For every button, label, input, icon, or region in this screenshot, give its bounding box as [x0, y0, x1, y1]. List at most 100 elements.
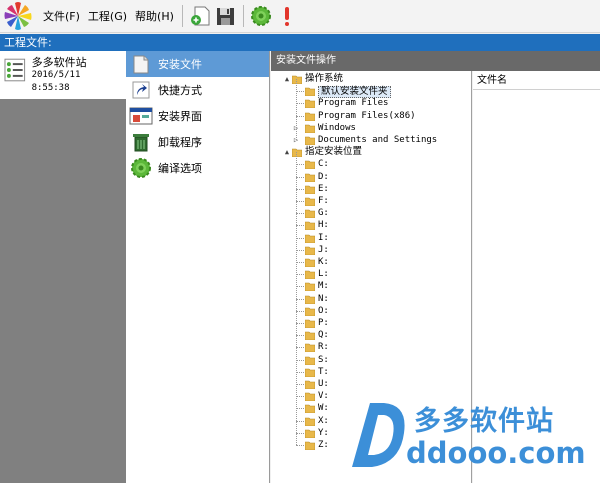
- tree-connector: [296, 371, 304, 373]
- nav-item-install-files[interactable]: 安装文件: [126, 51, 269, 77]
- tree-node-label: 指定安装位置: [305, 146, 363, 158]
- folder-icon: [304, 124, 316, 134]
- tree-connector: [296, 225, 304, 227]
- tree-connector: [296, 249, 304, 251]
- project-panel: 多多软件站 2016/5/11 8:55:38: [0, 51, 126, 483]
- app-logo-icon: [4, 2, 32, 30]
- save-button[interactable]: [213, 3, 239, 29]
- folder-icon: [304, 404, 316, 414]
- tree-node-label: F:: [318, 196, 329, 206]
- nav-item-shortcut[interactable]: 快捷方式: [126, 77, 269, 103]
- tree-node-label: Program Files(x86): [318, 110, 416, 121]
- uninstall-icon: [129, 131, 153, 153]
- toolbar-separator: [242, 5, 244, 27]
- main-menu: 文件(F) 工程(G) 帮助(H): [39, 0, 178, 33]
- nav-item-install-ui[interactable]: 安装界面: [126, 103, 269, 129]
- tree-connector: [296, 347, 304, 349]
- folder-icon: [304, 234, 316, 243]
- folder-icon: [304, 246, 316, 256]
- tree-connector: [296, 384, 304, 385]
- collapse-icon[interactable]: ▲: [283, 75, 291, 83]
- nav-item-label: 安装界面: [158, 110, 202, 123]
- tree-connector: [296, 164, 304, 166]
- tree-node-label: Q:: [318, 330, 329, 341]
- tree-node-label: S:: [318, 354, 329, 365]
- folder-icon: [304, 392, 316, 402]
- nav-item-label: 编译选项: [158, 162, 202, 175]
- tree-node-label: V:: [318, 391, 329, 402]
- tree-node-label: I:: [318, 232, 329, 243]
- tree-connector: [296, 396, 304, 398]
- folder-icon: [304, 112, 316, 121]
- tree-connector: [296, 286, 304, 288]
- tree-node-custom-location[interactable]: ▲ 指定安装位置: [271, 146, 471, 158]
- tree-node-label: M:: [318, 281, 329, 292]
- category-nav: 安装文件 快捷方式 安装界面 卸载程序 编译选项: [126, 51, 270, 483]
- folder-icon: [304, 221, 316, 231]
- tree-node-label: G:: [318, 208, 329, 219]
- tree-node-label: K:: [318, 257, 329, 267]
- folder-icon: [304, 282, 316, 292]
- tree-node-os-child[interactable]: ▷ Windows: [271, 122, 471, 134]
- tree-node-label: 操作系统: [305, 73, 344, 84]
- tree-node-label: Program Files: [318, 98, 389, 109]
- folder-icon: [304, 380, 316, 390]
- menu-file[interactable]: 文件(F): [39, 0, 84, 33]
- tree-node-label: L:: [318, 269, 329, 280]
- folder-icon: [304, 160, 316, 170]
- folder-icon: [304, 173, 316, 182]
- folder-icon: [291, 75, 303, 85]
- nav-item-compile-options[interactable]: 编译选项: [126, 155, 269, 181]
- collapse-icon[interactable]: ▲: [283, 148, 291, 156]
- menu-project[interactable]: 工程(G): [84, 0, 131, 33]
- file-name-column-header[interactable]: 文件名: [473, 71, 600, 90]
- tree-node-label: T:: [318, 366, 329, 377]
- tree-node-label: N:: [318, 293, 329, 304]
- tree-connector: [296, 103, 304, 105]
- file-list: 文件名: [473, 71, 600, 483]
- tree-connector: [296, 79, 297, 140]
- tree-node-label: Windows: [318, 122, 356, 133]
- folder-icon: [304, 270, 316, 280]
- tree-node-label: 默认安装文件夹: [318, 86, 391, 99]
- tree-connector: [296, 237, 304, 239]
- compile-options-icon: [129, 157, 153, 179]
- project-list-icon: [4, 58, 26, 82]
- nav-item-label: 安装文件: [158, 58, 202, 71]
- tree-connector: [296, 262, 304, 263]
- tree-node-label: H:: [318, 220, 329, 231]
- tree-connector: [296, 445, 304, 446]
- new-project-button[interactable]: [187, 3, 213, 29]
- tree-node-os[interactable]: ▲ 操作系统: [271, 73, 471, 85]
- folder-icon: [304, 87, 316, 97]
- tree-connector: [296, 432, 304, 434]
- tree-node-label: O:: [318, 305, 329, 316]
- nav-item-uninstall[interactable]: 卸载程序: [126, 129, 269, 155]
- project-item[interactable]: 多多软件站 2016/5/11 8:55:38: [0, 51, 126, 99]
- folder-icon: [304, 356, 316, 365]
- compile-button[interactable]: [274, 3, 300, 29]
- menu-help[interactable]: 帮助(H): [131, 0, 178, 33]
- settings-button[interactable]: [248, 3, 274, 29]
- folder-icon: [304, 331, 316, 341]
- install-files-ops-header: 安装文件操作: [271, 51, 600, 71]
- project-name: 多多软件站: [31, 56, 87, 69]
- folder-icon: [304, 197, 316, 207]
- folder-icon: [304, 209, 316, 219]
- tree-node-os-child[interactable]: ▷ Documents and Settings: [271, 134, 471, 146]
- tree-node-label: E:: [318, 183, 329, 194]
- folder-icon: [304, 368, 316, 378]
- project-files-strip: 工程文件:: [0, 34, 600, 51]
- folder-icon: [304, 319, 316, 329]
- folder-icon: [291, 148, 303, 158]
- tree-connector: [296, 213, 304, 215]
- exclamation-icon: [284, 7, 289, 26]
- tree-node-label: Z:: [318, 440, 329, 450]
- folder-icon: [304, 185, 316, 195]
- tree-connector: [296, 323, 304, 324]
- tree-connector: [296, 420, 304, 422]
- gear-icon: [250, 6, 271, 26]
- nav-item-label: 卸载程序: [158, 136, 202, 149]
- folder-icon: [304, 307, 316, 317]
- folder-icon: [304, 441, 316, 451]
